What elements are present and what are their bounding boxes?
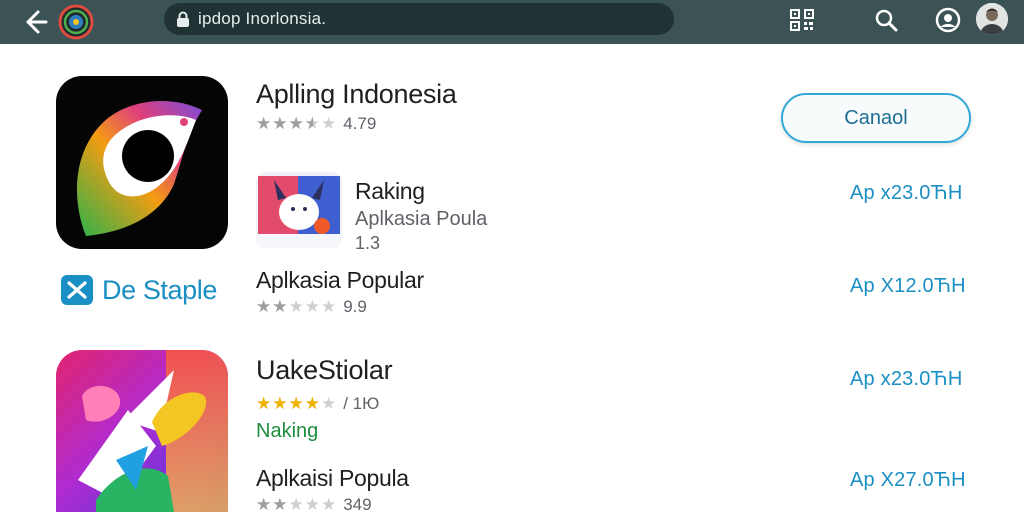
developer-logo-icon (60, 273, 94, 307)
app-subtitle: Aplkasia Poula (355, 208, 488, 230)
lock-icon (176, 11, 190, 27)
price-label[interactable]: Ap X27.0ЋH (850, 469, 966, 492)
url-bar[interactable]: ipdop Inorlonsia. (164, 3, 674, 35)
featured-app-title[interactable]: Aplling Indonesia (256, 79, 457, 110)
price-label[interactable]: Ap x23.0ЋH (850, 368, 962, 391)
rating-value: / 1Ю (343, 394, 380, 413)
search-icon[interactable] (872, 6, 900, 34)
avatar[interactable] (976, 3, 1008, 35)
developer-name: De Staple (102, 274, 217, 305)
price-label[interactable]: Ap x23.0ЋH (850, 182, 962, 205)
featured-app-icon[interactable] (56, 76, 228, 249)
site-logo-icon[interactable] (58, 4, 94, 40)
rating-value: 349 (343, 495, 372, 512)
price-label[interactable]: Ap X12.0ЋH (850, 275, 966, 298)
back-arrow-icon[interactable] (18, 6, 50, 38)
app-title[interactable]: Raking (355, 178, 425, 205)
app-icon[interactable] (56, 350, 228, 512)
rating-value: 4.79 (343, 114, 377, 133)
featured-rating: ★★★★★★★★★★ 4.79 (256, 114, 376, 134)
star-rating-icon: ★★★★★★★★★★ (256, 114, 338, 133)
qr-code-icon[interactable] (788, 6, 816, 34)
app-title[interactable]: Aplkaisi Popula (256, 465, 409, 492)
app-thumbnail[interactable] (256, 172, 342, 248)
rating-value: 9.9 (343, 297, 367, 316)
app-title[interactable]: UakeStiolar (256, 355, 393, 386)
app-rating: ★★★★★★★★★★ 9.9 (256, 297, 367, 317)
url-text: ipdop Inorlonsia. (198, 9, 327, 28)
browser-toolbar: ipdop Inorlonsia. (0, 0, 1024, 44)
developer-link[interactable]: De Staple (60, 270, 217, 310)
app-rating: ★★★★★★★★★★ 349 (256, 495, 372, 512)
app-title[interactable]: Aplkasia Popular (256, 267, 424, 294)
account-icon[interactable] (934, 6, 962, 34)
app-rating: ★★★★★★★★★★ / 1Ю (256, 394, 379, 414)
star-rating-icon: ★★★★★★★★★★ (256, 297, 338, 316)
app-meta: 1.3 (355, 233, 381, 253)
cancel-button[interactable]: Canaol (781, 93, 971, 143)
category-tag: Naking (256, 420, 319, 442)
star-rating-icon: ★★★★★★★★★★ (256, 394, 338, 413)
star-rating-icon: ★★★★★★★★★★ (256, 495, 338, 512)
